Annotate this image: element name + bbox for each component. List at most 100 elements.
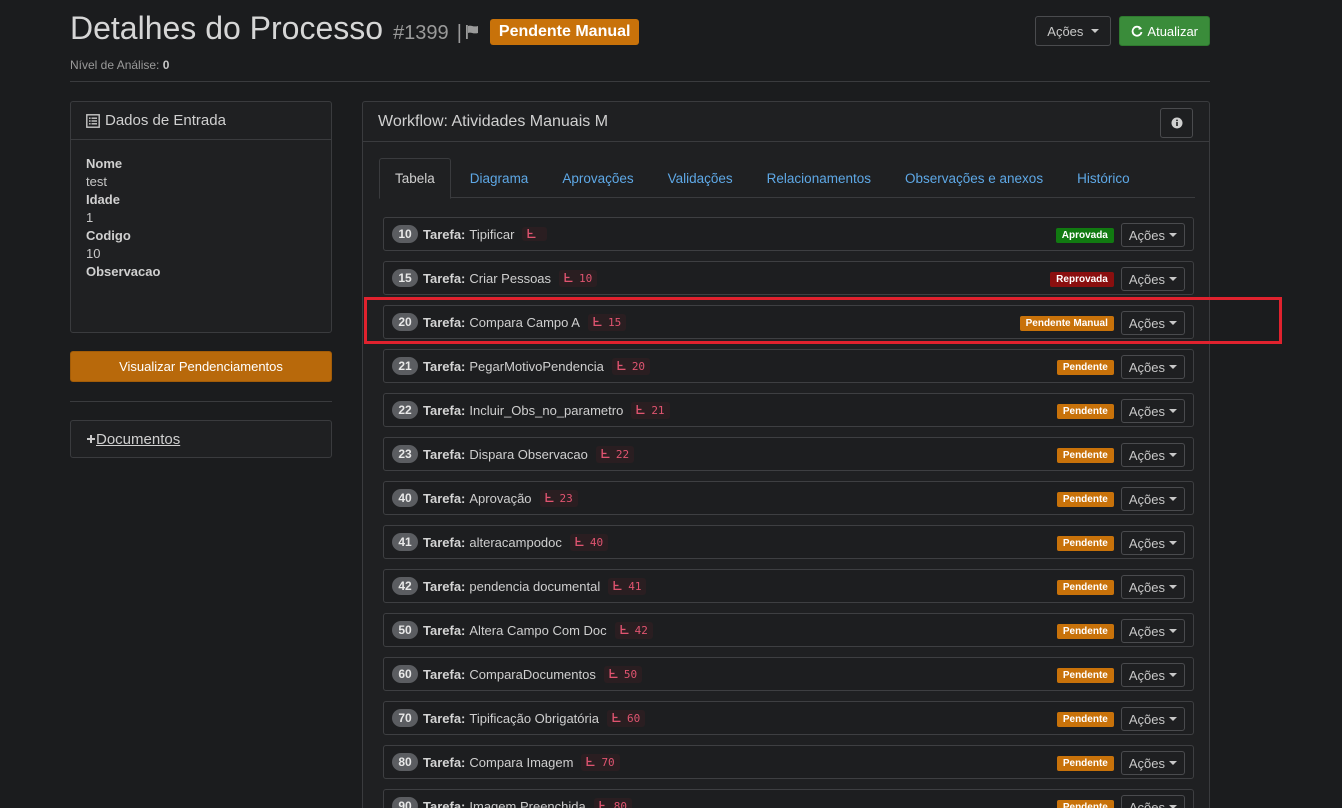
- task-controls: Pendente Ações: [1056, 399, 1185, 423]
- task-row: 22 Tarefa: Incluir_Obs_no_parametro 21 Pende…: [383, 393, 1194, 427]
- dependency-number: 80: [613, 799, 627, 808]
- dependency-number: 40: [589, 535, 604, 549]
- task-controls: Pendente Ações: [1056, 751, 1185, 775]
- field-key: Idade: [86, 192, 120, 207]
- caret-down-icon: [1169, 453, 1177, 457]
- refresh-button[interactable]: Atualizar: [1119, 16, 1210, 46]
- task-actions-button[interactable]: Ações: [1120, 707, 1185, 731]
- task-name: Dispara Observacao: [469, 446, 588, 462]
- task-row: 20 Tarefa: Compara Campo A 15 Pendente Manua…: [383, 305, 1194, 339]
- dependency-number: 70: [601, 755, 615, 769]
- task-actions-button[interactable]: Ações: [1120, 619, 1185, 643]
- task-name: Compara Campo A: [469, 314, 580, 330]
- sitemap-icon: [620, 625, 629, 634]
- task-actions-button[interactable]: Ações: [1120, 443, 1185, 467]
- tab-relacionamentos[interactable]: Relacionamentos: [752, 158, 886, 198]
- task-actions-button[interactable]: Ações: [1120, 399, 1185, 423]
- task-label: Tarefa:: [423, 358, 466, 374]
- caret-down-icon: [1169, 585, 1177, 589]
- sitemap-icon: [527, 229, 536, 238]
- task-number: 23: [392, 445, 418, 463]
- view-pending-button[interactable]: Visualizar Pendenciamentos: [70, 351, 332, 382]
- refresh-icon: [1132, 25, 1143, 37]
- actions-dropdown-button[interactable]: Ações: [1035, 16, 1112, 46]
- task-actions-button[interactable]: Ações: [1120, 575, 1185, 599]
- task-name: Tipificação Obrigatória: [469, 710, 599, 726]
- sitemap-icon: [601, 449, 610, 458]
- task-name: Compara Imagem: [469, 754, 574, 770]
- field-value: 1: [86, 210, 94, 225]
- task-actions-button[interactable]: Ações: [1120, 355, 1185, 379]
- task-status-badge: Pendente: [1056, 491, 1114, 507]
- plus-icon: [87, 435, 95, 443]
- caret-down-icon: [1169, 277, 1177, 281]
- dependency-number: 21: [651, 403, 665, 417]
- task-controls: Pendente Ações: [1056, 663, 1185, 687]
- task-number: 10: [392, 225, 418, 243]
- tab-historico[interactable]: Histórico: [1062, 158, 1145, 198]
- info-button[interactable]: [1160, 108, 1193, 138]
- sitemap-icon: [593, 317, 602, 326]
- task-dependency: 10: [559, 269, 598, 287]
- task-name: Aprovação: [469, 490, 532, 506]
- task-label: Tarefa:: [423, 490, 466, 506]
- task-number: 21: [392, 357, 418, 375]
- tab-diagrama[interactable]: Diagrama: [455, 158, 544, 198]
- task-actions-button[interactable]: Ações: [1120, 223, 1185, 247]
- process-id: #1399: [393, 22, 449, 44]
- caret-down-icon: [1091, 29, 1100, 33]
- task-list: 10 Tarefa: Tipificar Aprovada Ações 15 Tarefa:…: [383, 217, 1194, 808]
- task-label: Tarefa:: [423, 666, 466, 682]
- flag-icon[interactable]: [464, 24, 480, 40]
- sitemap-icon: [545, 493, 554, 502]
- task-row: 42 Tarefa: pendencia documental 41 Pendente A…: [383, 569, 1194, 603]
- process-status-badge: Pendente Manual: [489, 19, 640, 45]
- task-number: 60: [392, 665, 418, 683]
- tab-tabela[interactable]: Tabela: [379, 158, 451, 199]
- workflow-panel: Workflow: Atividades Manuais M Tabela Di…: [362, 101, 1210, 808]
- task-row: 50 Tarefa: Altera Campo Com Doc 42 Pendente A…: [383, 613, 1194, 647]
- task-actions-button[interactable]: Ações: [1120, 487, 1185, 511]
- task-name: PegarMotivoPendencia: [469, 358, 604, 374]
- caret-down-icon: [1169, 761, 1177, 765]
- task-status-badge: Aprovada: [1055, 227, 1114, 243]
- caret-down-icon: [1169, 629, 1177, 633]
- task-actions-button[interactable]: Ações: [1120, 267, 1185, 291]
- task-status-badge: Pendente: [1056, 711, 1114, 727]
- tab-observacoes-anexos[interactable]: Observações e anexos: [890, 158, 1058, 198]
- caret-down-icon: [1169, 497, 1177, 501]
- tab-validacoes[interactable]: Validações: [653, 158, 748, 198]
- task-name: Altera Campo Com Doc: [469, 622, 607, 638]
- task-actions-button[interactable]: Ações: [1120, 311, 1185, 335]
- field-key: Nome: [86, 156, 123, 171]
- task-row: 40 Tarefa: Aprovação 23 Pendente Ações: [383, 481, 1194, 515]
- task-actions-button[interactable]: Ações: [1120, 795, 1185, 808]
- dependency-number: 23: [559, 491, 573, 505]
- caret-down-icon: [1169, 717, 1177, 721]
- task-dependency: 60: [606, 709, 646, 727]
- task-dependency: 40: [569, 533, 609, 551]
- task-status-badge: Pendente: [1056, 667, 1114, 683]
- task-actions-button[interactable]: Ações: [1120, 751, 1185, 775]
- task-name: Criar Pessoas: [469, 270, 552, 286]
- task-number: 50: [392, 621, 418, 639]
- tab-aprovacoes[interactable]: Aprovações: [547, 158, 648, 198]
- input-data-panel: Dados de Entrada Nome test Idade 1 Codig…: [70, 101, 332, 333]
- task-status-badge: Pendente: [1056, 799, 1114, 808]
- task-label: Tarefa:: [423, 446, 466, 462]
- dependency-number: 20: [631, 359, 646, 373]
- task-dependency: 23: [539, 489, 578, 507]
- caret-down-icon: [1169, 321, 1177, 325]
- caret-down-icon: [1169, 541, 1177, 545]
- task-actions-button[interactable]: Ações: [1120, 531, 1185, 555]
- dependency-number: 41: [628, 579, 642, 593]
- input-data-header: Dados de Entrada: [71, 102, 331, 140]
- sitemap-icon: [609, 669, 618, 678]
- header-actions: Ações Atualizar: [1035, 16, 1210, 46]
- task-row: 70 Tarefa: Tipificação Obrigatória 60 Penden…: [383, 701, 1194, 735]
- task-dependency: 21: [631, 401, 670, 419]
- task-status-badge: Reprovada: [1050, 271, 1114, 287]
- task-actions-button[interactable]: Ações: [1120, 663, 1185, 687]
- documents-link[interactable]: Documentos: [96, 431, 180, 448]
- page-header: Detalhes do Processo #1399 | Pendente Ma…: [70, 10, 1210, 82]
